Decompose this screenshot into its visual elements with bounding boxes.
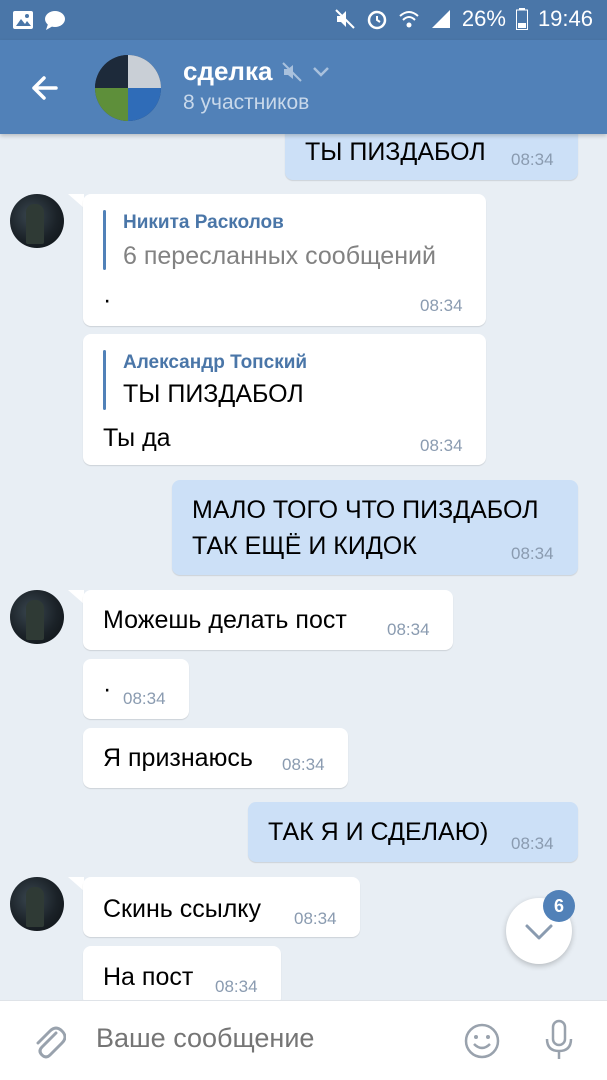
message-text: · [103,286,112,314]
message-incoming-forwarded[interactable]: Александр Топский ТЫ ПИЗДАБОЛ Ты да 08:3… [83,334,486,465]
chat-header: сделка 8 участников [0,40,607,134]
message-text: Я признаюсь [103,744,253,772]
message-text: На пост [103,963,194,991]
message-incoming[interactable]: · 08:34 [83,659,189,719]
message-time: 08:34 [387,620,430,639]
message-time: 08:34 [511,544,554,563]
chat-notification-icon [45,11,65,30]
bubble-tail [68,877,84,891]
participants-count: 8 участников [183,91,310,114]
signal-icon [431,10,450,28]
clock: 19:46 [537,6,593,31]
paperclip-icon[interactable] [30,1021,66,1061]
message-outgoing[interactable]: ТЫ ПИЗДАБОЛ 08:34 [285,134,578,180]
alarm-icon [367,10,387,30]
message-time: 08:34 [420,436,463,455]
message-incoming[interactable]: На пост 08:34 [83,946,281,1000]
forward-author[interactable]: Никита Расколов [123,212,284,234]
group-avatar[interactable] [95,55,161,121]
message-incoming[interactable]: Можешь делать пост 08:34 [83,590,453,650]
chevron-down-icon[interactable] [312,66,330,78]
message-incoming-forwarded[interactable]: Никита Расколов 6 пересланных сообщений … [83,194,486,326]
message-incoming[interactable]: Скинь ссылку 08:34 [83,877,360,937]
message-text: ТАК Я И СДЕЛАЮ) [268,818,489,846]
forward-text: ТЫ ПИЗДАБОЛ [123,380,304,408]
status-bar: 26% 19:46 [0,0,607,40]
message-text: Ты да [103,424,171,452]
message-time: 08:34 [123,689,166,708]
chat-title[interactable]: сделка [183,56,330,87]
message-time: 08:34 [294,909,337,928]
message-feed[interactable]: ТЫ ПИЗДАБОЛ 08:34 Никита Расколов 6 пере… [0,134,607,1000]
message-input-bar [0,1000,607,1080]
message-time: 08:34 [511,834,554,853]
mute-icon [335,9,355,29]
message-time: 08:34 [215,977,258,996]
image-notification-icon [13,11,33,29]
message-input[interactable] [96,1023,436,1054]
message-outgoing[interactable]: ТАК Я И СДЕЛАЮ) 08:34 [248,802,578,862]
message-text-line-2: ТАК ЕЩЁ И КИДОК [192,532,417,560]
message-text: Скинь ссылку [103,895,262,923]
avatar[interactable] [10,194,64,248]
message-incoming[interactable]: Я признаюсь 08:34 [83,728,348,788]
forward-author[interactable]: Александр Топский [123,352,307,374]
arrow-left-icon[interactable] [22,66,66,110]
avatar[interactable] [10,590,64,644]
message-outgoing[interactable]: МАЛО ТОГО ЧТО ПИЗДАБОЛ ТАК ЕЩЁ И КИДОК 0… [172,480,578,575]
battery-icon [515,8,528,30]
microphone-icon[interactable] [543,1019,575,1063]
bubble-tail [68,194,84,208]
message-time: 08:34 [420,296,463,315]
message-time: 08:34 [282,755,325,774]
battery-percent: 26% [461,6,506,31]
forward-summary[interactable]: 6 пересланных сообщений [123,242,436,271]
message-text: ТЫ ПИЗДАБОЛ [305,138,486,166]
message-time: 08:34 [511,150,554,169]
message-text: Можешь делать пост [103,606,347,634]
forward-bar [103,210,106,270]
wifi-icon [399,11,419,28]
smiley-icon[interactable] [464,1023,500,1059]
bubble-tail [68,590,84,604]
unread-count-badge: 6 [543,890,575,922]
muted-speaker-icon [282,61,303,82]
forward-bar [103,350,106,410]
avatar[interactable] [10,877,64,931]
message-text-line-1: МАЛО ТОГО ЧТО ПИЗДАБОЛ [192,496,539,524]
message-text: · [103,675,112,703]
